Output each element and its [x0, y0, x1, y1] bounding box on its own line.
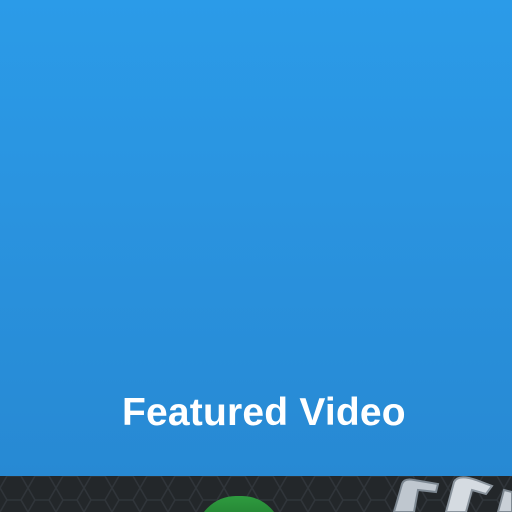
featured-video-title: Featured Video	[122, 391, 406, 434]
featured-video-header: Featured Video	[0, 0, 512, 476]
game-logo-art	[392, 476, 512, 512]
featured-video-panel: Featured Video	[0, 0, 512, 512]
